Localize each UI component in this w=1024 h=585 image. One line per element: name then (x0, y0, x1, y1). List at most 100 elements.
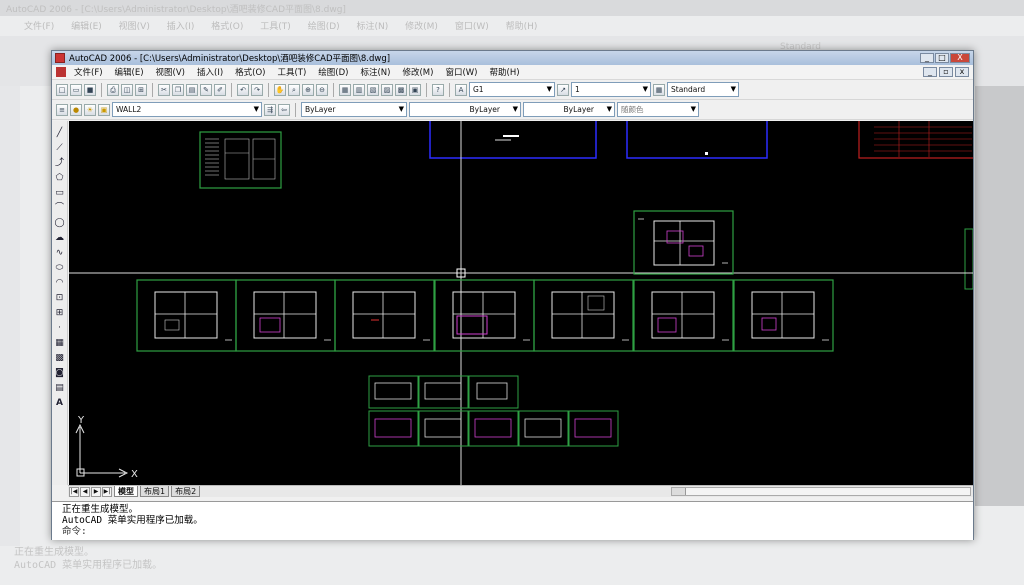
gradient-icon[interactable]: ▩ (54, 352, 66, 364)
spline-icon[interactable]: ∿ (54, 247, 66, 259)
layer-previous-icon[interactable]: ⇦ (278, 103, 290, 116)
menu-dimension[interactable]: 标注(N) (354, 66, 396, 78)
ellipse-icon[interactable]: ⬭ (54, 262, 66, 274)
layer-select[interactable]: WALL2 ▼ (112, 102, 262, 117)
blue-drawing-frame (626, 121, 768, 159)
match-properties-icon[interactable]: ✎ (200, 83, 212, 96)
revision-cloud-icon[interactable]: ☁ (54, 232, 66, 244)
region-icon[interactable]: ◙ (54, 367, 66, 379)
point-icon[interactable]: · (54, 322, 66, 334)
block-editor-icon[interactable]: ✐ (214, 83, 226, 96)
mdi-restore-button[interactable]: ▫ (939, 67, 953, 77)
zoom-realtime-icon[interactable]: ⌕ (288, 83, 300, 96)
cut-icon[interactable]: ✂ (158, 83, 170, 96)
markup-icon[interactable]: ▩ (395, 83, 407, 96)
chevron-down-icon: ▼ (730, 85, 736, 93)
chevron-down-icon: ▼ (606, 105, 612, 113)
redo-icon[interactable]: ↷ (251, 83, 263, 96)
mtext-icon[interactable]: A (54, 397, 66, 409)
toolbar-separator (231, 82, 232, 97)
menu-format[interactable]: 格式(O) (229, 66, 271, 78)
plotstyle-value: 随颜色 (621, 105, 644, 114)
zoom-previous-icon[interactable]: ⊖ (316, 83, 328, 96)
construction-line-icon[interactable]: ⟋ (54, 142, 66, 154)
menu-modify[interactable]: 修改(M) (396, 66, 439, 78)
menu-insert[interactable]: 插入(I) (191, 66, 229, 78)
background-menu-item: 视图(V) (118, 22, 150, 32)
open-icon[interactable]: ▭ (70, 83, 82, 96)
insert-block-icon[interactable]: ⊡ (54, 292, 66, 304)
undo-icon[interactable]: ↶ (237, 83, 249, 96)
make-block-icon[interactable]: ⊞ (54, 307, 66, 319)
background-menu-item: 格式(O) (211, 22, 244, 32)
sheet-set-icon[interactable]: ▨ (381, 83, 393, 96)
command-line[interactable]: 正在重生成模型。 AutoCAD 菜单实用程序已加载。 命令: (52, 501, 973, 540)
save-icon[interactable]: ■ (84, 83, 96, 96)
rectangle-icon[interactable]: ▭ (54, 187, 66, 199)
pan-icon[interactable]: ✋ (274, 83, 286, 96)
chevron-down-icon: ▼ (253, 105, 259, 113)
menu-window[interactable]: 窗口(W) (439, 66, 483, 78)
new-icon[interactable]: □ (56, 83, 68, 96)
publish-icon[interactable]: ⊞ (135, 83, 147, 96)
minimize-button[interactable]: _ (920, 53, 934, 63)
hatch-icon[interactable]: ▦ (54, 337, 66, 349)
tool-palettes-icon[interactable]: ▧ (367, 83, 379, 96)
print-icon[interactable]: ⎙ (107, 83, 119, 96)
mdi-minimize-button[interactable]: _ (923, 67, 937, 77)
tab-layout1[interactable]: 布局1 (140, 486, 170, 497)
maximize-button[interactable]: □ (935, 53, 949, 63)
scrollbar-thumb[interactable] (672, 488, 686, 495)
design-center-icon[interactable]: ▥ (353, 83, 365, 96)
menu-help[interactable]: 帮助(H) (484, 66, 526, 78)
dim-style-select[interactable]: 1 ▼ (571, 82, 651, 97)
zoom-window-icon[interactable]: ⊕ (302, 83, 314, 96)
toolbar-separator (152, 82, 153, 97)
menu-edit[interactable]: 编辑(E) (109, 66, 150, 78)
chevron-down-icon: ▼ (398, 105, 404, 113)
preview-icon[interactable]: ◫ (121, 83, 133, 96)
command-prompt[interactable]: 命令: (62, 526, 963, 537)
menu-view[interactable]: 视图(V) (150, 66, 191, 78)
table-style-select[interactable]: Standard ▼ (667, 82, 739, 97)
text-style-select[interactable]: G1 ▼ (469, 82, 555, 97)
toolbar-separator (333, 82, 334, 97)
table-icon[interactable]: ▤ (54, 382, 66, 394)
menu-file[interactable]: 文件(F) (68, 66, 109, 78)
previous-tab-button[interactable]: ◀ (80, 486, 90, 497)
drawing-area: ╱ ⟋ ⤴ ⬠ ▭ ⌒ ◯ ☁ ∿ ⬭ ◠ ⊡ ⊞ · ▦ ▩ ◙ ▤ A Y … (52, 121, 973, 485)
first-tab-button[interactable]: |◀ (69, 486, 79, 497)
mdi-close-button[interactable]: x (955, 67, 969, 77)
layer-on-icon: ● (70, 103, 82, 116)
last-tab-button[interactable]: ▶| (102, 486, 112, 497)
layer-manager-icon[interactable]: ≡ (56, 103, 68, 116)
menu-tools[interactable]: 工具(T) (271, 66, 312, 78)
ellipse-arc-icon[interactable]: ◠ (54, 277, 66, 289)
document-icon[interactable] (56, 67, 66, 77)
next-tab-button[interactable]: ▶ (91, 486, 101, 497)
color-select[interactable]: ByLayer ▼ (301, 102, 407, 117)
model-space-canvas[interactable]: Y X (69, 121, 973, 485)
ucs-y-label: Y (77, 415, 85, 426)
help-icon[interactable]: ? (432, 83, 444, 96)
properties-icon[interactable]: ▦ (339, 83, 351, 96)
line-icon[interactable]: ╱ (54, 127, 66, 139)
tab-layout2[interactable]: 布局2 (171, 486, 201, 497)
lineweight-select[interactable]: ByLayer ▼ (523, 102, 615, 117)
polyline-icon[interactable]: ⤴ (54, 157, 66, 169)
paste-icon[interactable]: ▤ (186, 83, 198, 96)
calculator-icon[interactable]: ▣ (409, 83, 421, 96)
menu-draw[interactable]: 绘图(D) (312, 66, 354, 78)
tab-model[interactable]: 模型 (114, 486, 138, 497)
title-bar[interactable]: AutoCAD 2006 - [C:\Users\Administrator\D… (52, 51, 973, 65)
polygon-icon[interactable]: ⬠ (54, 172, 66, 184)
background-cmd-line: AutoCAD 菜单实用程序已加载。 (14, 560, 163, 571)
arc-icon[interactable]: ⌒ (54, 202, 66, 214)
copy-icon[interactable]: ❐ (172, 83, 184, 96)
linetype-select[interactable]: ByLayer ▼ (409, 102, 521, 117)
background-canvas-edge (975, 86, 1024, 506)
close-button[interactable]: X (950, 53, 970, 63)
circle-icon[interactable]: ◯ (54, 217, 66, 229)
horizontal-scrollbar[interactable] (671, 487, 971, 496)
make-layer-current-icon[interactable]: ⇶ (264, 103, 276, 116)
